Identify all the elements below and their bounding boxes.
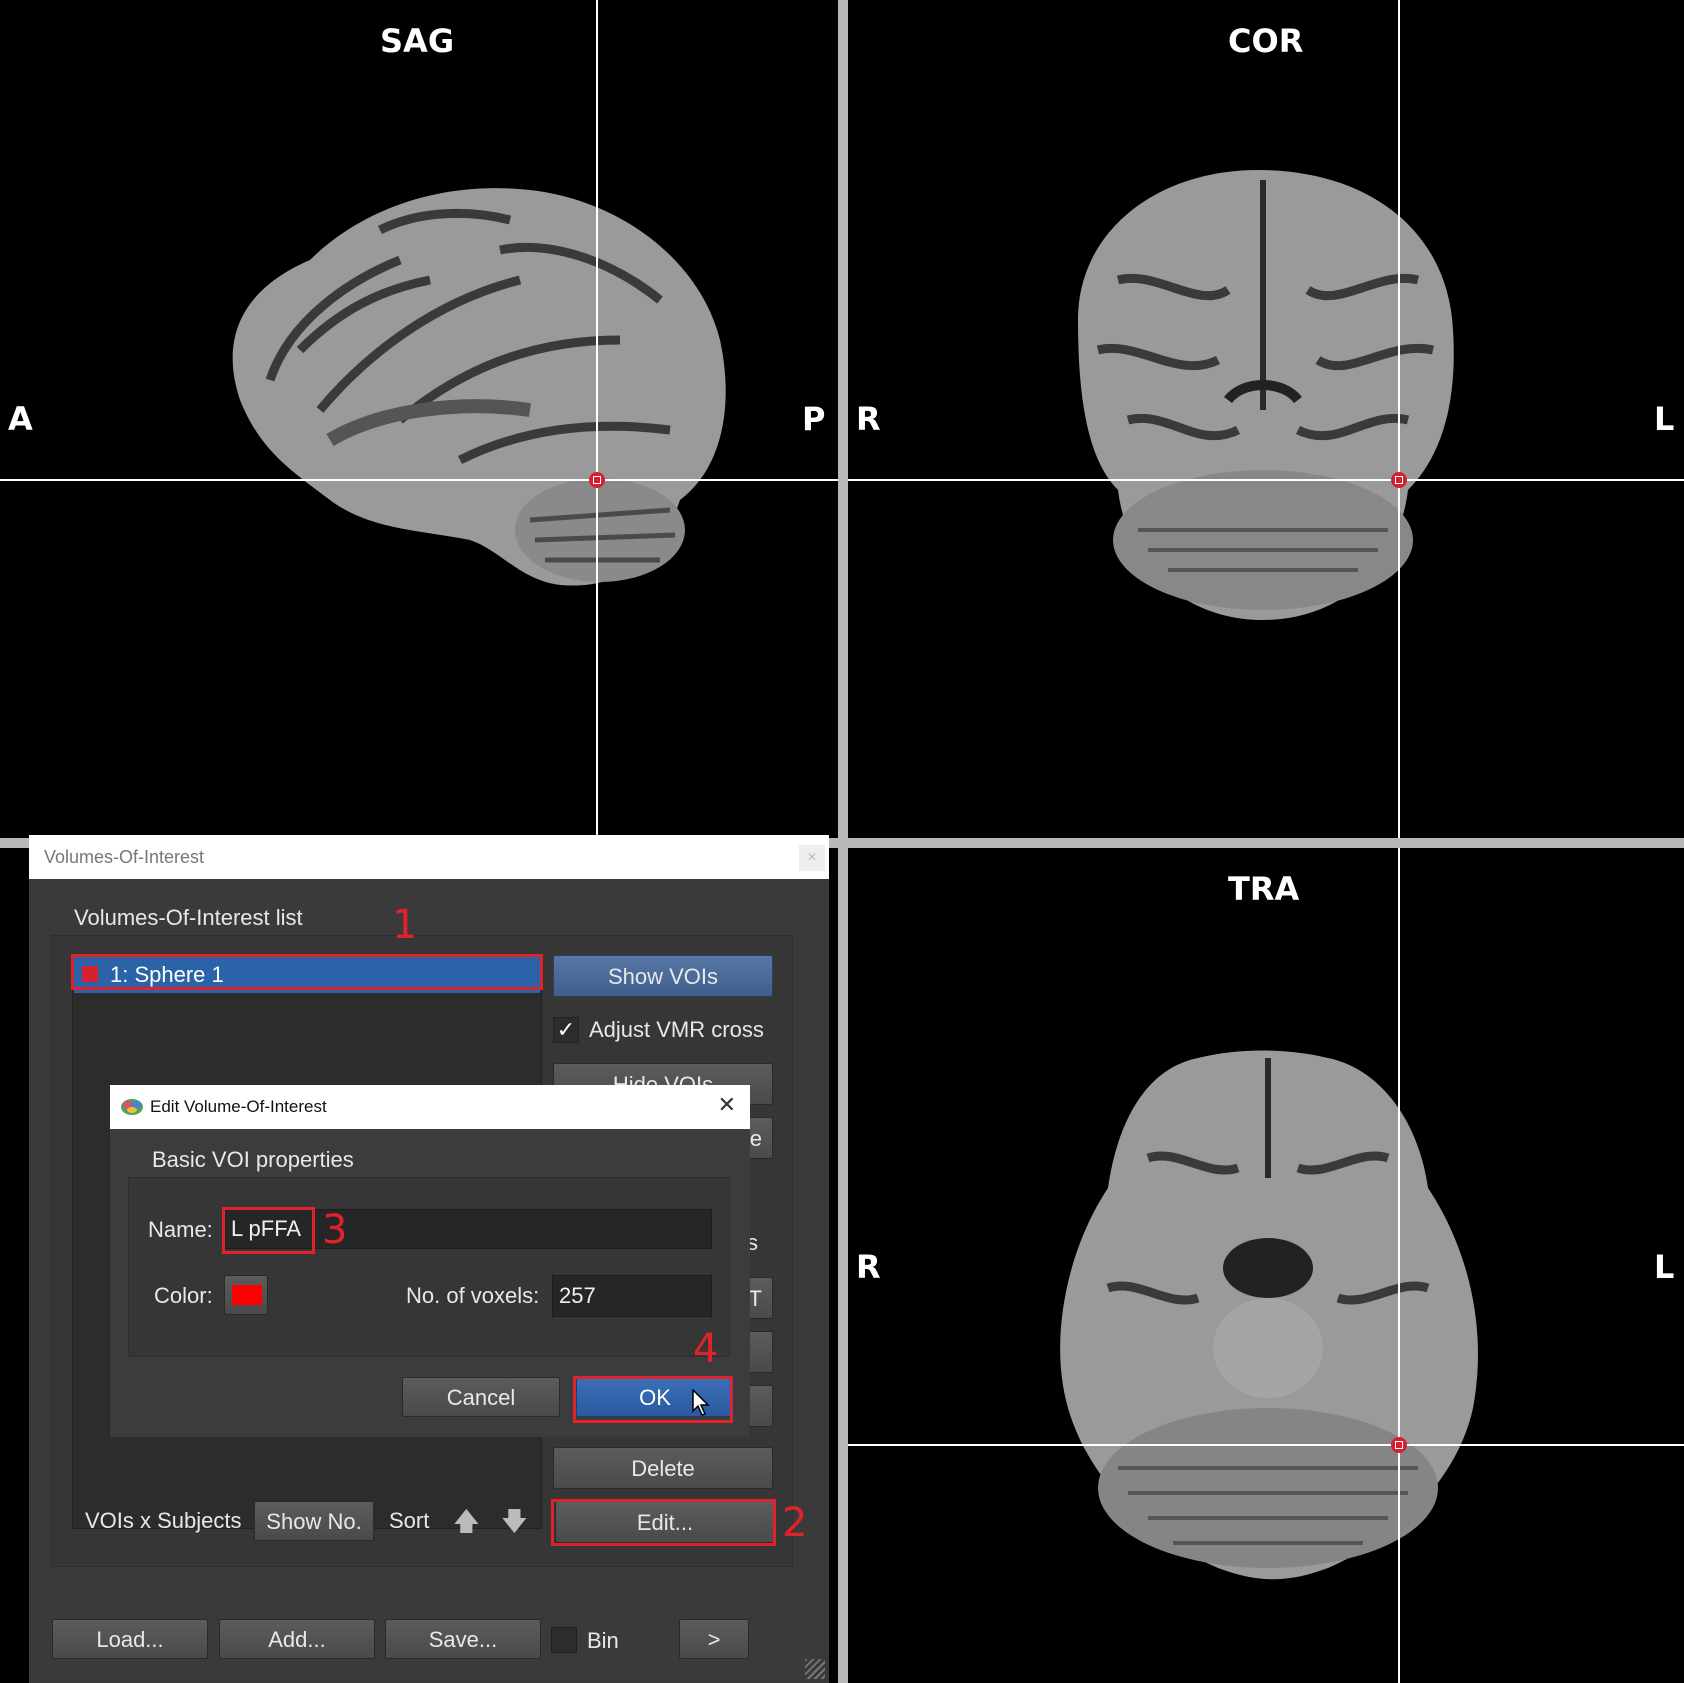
more-button[interactable]: > <box>679 1619 749 1659</box>
sort-up-icon[interactable]: 🡅 <box>453 1503 480 1547</box>
name-label: Name: <box>148 1217 213 1242</box>
crosshair-horizontal <box>0 479 838 481</box>
step-marker-3: 3 <box>322 1207 348 1253</box>
orientation-posterior: P <box>802 400 826 438</box>
delete-button[interactable]: Delete <box>553 1447 773 1489</box>
color-label: Color: <box>154 1283 213 1308</box>
sort-down-icon[interactable]: 🡇 <box>501 1503 528 1547</box>
orientation-left: L <box>1654 400 1675 438</box>
orientation-anterior: A <box>8 400 33 438</box>
add-button[interactable]: Add... <box>219 1619 375 1659</box>
edit-close-icon[interactable]: ✕ <box>718 1093 736 1118</box>
step-marker-2: 2 <box>782 1500 808 1546</box>
adjust-vmr-cross-label: Adjust VMR cross <box>589 1017 764 1042</box>
crosshair-vertical <box>1398 848 1400 1683</box>
sagittal-view[interactable]: SAG A P <box>0 0 838 838</box>
view-title-cor: COR <box>1228 22 1304 60</box>
bin-label: Bin <box>587 1628 619 1653</box>
vois-x-subjects-label: VOIs x Subjects <box>85 1508 242 1533</box>
orientation-right: R <box>856 400 881 438</box>
resize-grip-icon[interactable] <box>805 1659 825 1679</box>
orientation-left: L <box>1654 1248 1675 1286</box>
show-vois-button[interactable]: Show VOIs <box>553 955 773 997</box>
app-logo-icon <box>121 1099 143 1115</box>
highlight-voi-list-item <box>71 954 543 990</box>
step-marker-4: 4 <box>693 1326 719 1372</box>
color-preview <box>232 1285 262 1305</box>
crosshair-marker <box>589 472 605 488</box>
highlight-edit-button <box>551 1499 776 1546</box>
color-picker-button[interactable] <box>224 1275 268 1315</box>
adjust-vmr-cross-checkbox[interactable]: ✓ <box>553 1017 579 1043</box>
load-button[interactable]: Load... <box>52 1619 208 1659</box>
sagittal-brain-image <box>232 188 726 586</box>
voxels-label: No. of voxels: <box>406 1283 540 1308</box>
show-no-button[interactable]: Show No. <box>254 1501 374 1541</box>
crosshair-horizontal <box>848 1444 1684 1446</box>
crosshair-horizontal <box>848 479 1684 481</box>
voi-list-label: Volumes-Of-Interest list <box>74 905 303 930</box>
view-title-sag: SAG <box>380 22 455 60</box>
coronal-view[interactable]: COR R L <box>848 0 1684 838</box>
highlight-name-field <box>222 1207 315 1254</box>
view-title-tra: TRA <box>1228 870 1300 908</box>
save-button[interactable]: Save... <box>385 1619 541 1659</box>
coronal-brain-image <box>1078 170 1454 620</box>
step-marker-1: 1 <box>392 902 418 948</box>
crosshair-marker <box>1391 1437 1407 1453</box>
sort-label: Sort <box>389 1508 430 1533</box>
cancel-button[interactable]: Cancel <box>402 1377 560 1417</box>
basic-voi-properties-label: Basic VOI properties <box>152 1147 354 1172</box>
edit-voi-titlebar[interactable]: Edit Volume-Of-Interest <box>110 1085 750 1129</box>
voxels-field[interactable]: 257 <box>552 1275 712 1317</box>
crosshair-marker <box>1391 472 1407 488</box>
transversal-view[interactable]: TRA R L <box>848 848 1684 1683</box>
highlight-ok-button <box>573 1376 733 1423</box>
crosshair-vertical <box>596 0 598 838</box>
orientation-right: R <box>856 1248 881 1286</box>
bin-checkbox[interactable] <box>551 1627 577 1653</box>
voi-dialog-titlebar[interactable]: Volumes-Of-Interest <box>29 835 829 879</box>
transversal-brain-image <box>1060 1050 1478 1580</box>
crosshair-vertical <box>1398 0 1400 838</box>
close-icon[interactable]: × <box>799 845 825 871</box>
basic-voi-properties-group <box>128 1177 730 1357</box>
